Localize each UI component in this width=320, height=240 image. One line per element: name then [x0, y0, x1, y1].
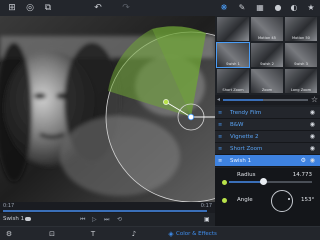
effect-thumbnail[interactable]: [217, 17, 249, 41]
timeline-bar[interactable]: 0:17 0:17: [0, 202, 215, 213]
effect-thumbnails: Motion 45 Motion 50 Swish 1 Swish 2 Swis…: [216, 17, 318, 93]
color-effects-icon[interactable]: ◈: [167, 230, 175, 238]
settings-icon[interactable]: ⚙: [5, 230, 13, 238]
effect-row[interactable]: ≡ Vignette 2 ◉: [215, 131, 320, 143]
effect-options-icon[interactable]: ⚙: [301, 157, 306, 164]
loop-icon[interactable]: ⟲: [117, 216, 122, 223]
effect-row[interactable]: ≡ Trendy Film ◉: [215, 107, 320, 119]
drag-handle-icon[interactable]: ≡: [218, 158, 222, 164]
angle-dial[interactable]: [271, 190, 293, 212]
next-icon[interactable]: ⏭: [104, 216, 109, 224]
text-icon[interactable]: T: [89, 230, 97, 238]
effect-thumbnail[interactable]: Swish 2: [251, 43, 283, 67]
preview-frame: [0, 16, 215, 202]
clip-name: Swish 1: [3, 216, 25, 222]
effect-parameters: Radius 14.773 Angle 153°: [215, 168, 320, 226]
effect-thumbnail[interactable]: Short Zoom: [217, 69, 249, 93]
drag-handle-icon[interactable]: ≡: [218, 134, 222, 140]
radius-slider-knob[interactable]: [260, 178, 268, 185]
color-effects-tab[interactable]: Color & Effects: [176, 231, 217, 237]
previous-icon[interactable]: ⏮: [80, 216, 85, 224]
effect-row-selected[interactable]: ≡ Swish 1 ⚙ ◉: [215, 155, 320, 167]
eye-icon[interactable]: ◉: [310, 145, 315, 152]
current-time: 0:17: [3, 203, 15, 209]
color-icon[interactable]: ◐: [289, 3, 299, 13]
star-icon[interactable]: ★: [306, 3, 316, 13]
angle-label: Angle: [237, 197, 253, 203]
mask-angle-handle: [163, 99, 169, 105]
eye-icon[interactable]: ◉: [310, 157, 315, 164]
effects-panel: ❋ ✎ ▦ ● ◐ ★ Motion 45 Motion 50 Swish 1 …: [215, 0, 320, 226]
video-preview[interactable]: [0, 16, 215, 202]
effect-row[interactable]: ≡ Short Zoom ◉: [215, 143, 320, 155]
eye-icon[interactable]: ◉: [310, 109, 315, 116]
effect-thumbnail[interactable]: Zoom: [251, 69, 283, 93]
effect-row[interactable]: ≡ B&W ◉: [215, 119, 320, 131]
play-icon[interactable]: ▷: [92, 216, 97, 223]
effect-thumbnail[interactable]: Swish 3: [285, 43, 317, 67]
eye-icon[interactable]: ◉: [310, 133, 315, 140]
layers-icon[interactable]: ⧉: [42, 2, 54, 14]
eye-icon[interactable]: ◉: [310, 121, 315, 128]
panel-tabs: ❋ ✎ ▦ ● ◐ ★: [215, 0, 320, 16]
favorite-icon[interactable]: ☆: [311, 95, 318, 104]
effect-list: ≡ Trendy Film ◉ ≡ B&W ◉ ≡ Vignette 2 ◉ ≡…: [215, 107, 320, 167]
undo-icon[interactable]: ↶: [92, 2, 104, 14]
top-toolbar: ⊞ ◎ ⧉ ↶ ↷: [0, 0, 215, 16]
effect-thumbnail[interactable]: Motion 45: [251, 17, 283, 41]
radius-keyframe-dot[interactable]: [222, 180, 227, 185]
drag-handle-icon[interactable]: ≡: [218, 146, 222, 152]
gallery-icon[interactable]: ▦: [255, 3, 265, 13]
scroll-left-icon[interactable]: ◂: [217, 96, 220, 103]
drop-icon[interactable]: ●: [273, 3, 283, 13]
thumbnail-scroller[interactable]: ◂ ☆: [215, 95, 320, 105]
angle-dial-indicator: [288, 198, 290, 200]
target-icon[interactable]: ◎: [24, 2, 36, 14]
drag-handle-icon[interactable]: ≡: [218, 110, 222, 116]
mask-center-handle: [187, 113, 195, 121]
crop-icon[interactable]: ⊡: [48, 230, 56, 238]
angle-value: 153°: [301, 197, 315, 203]
clip-toggle[interactable]: [25, 217, 31, 221]
add-marker-icon[interactable]: ▣: [204, 216, 210, 223]
brush-icon[interactable]: ✎: [237, 3, 247, 13]
end-time: 0:17: [200, 203, 212, 209]
bottom-toolbar: ⚙ ⊡ T ♪ ◈ Color & Effects: [0, 226, 320, 240]
effect-thumbnail[interactable]: Swish 1: [216, 42, 250, 68]
angle-keyframe-dot[interactable]: [222, 198, 227, 203]
scrubber-track[interactable]: [3, 210, 207, 212]
effect-thumbnail[interactable]: Motion 50: [285, 17, 317, 41]
redo-icon[interactable]: ↷: [120, 2, 132, 14]
radius-slider-fill: [229, 181, 264, 183]
effect-thumbnail[interactable]: Long Zoom: [285, 69, 317, 93]
audio-icon[interactable]: ♪: [130, 230, 138, 238]
radius-value: 14.773: [292, 172, 312, 178]
grid-icon[interactable]: ⊞: [6, 2, 18, 14]
filters-icon[interactable]: ❋: [219, 3, 229, 13]
radius-label: Radius: [237, 172, 256, 178]
transport-bar: Swish 1 ⏮ ▷ ⏭ ⟲ ▣: [0, 213, 215, 226]
drag-handle-icon[interactable]: ≡: [218, 122, 222, 128]
